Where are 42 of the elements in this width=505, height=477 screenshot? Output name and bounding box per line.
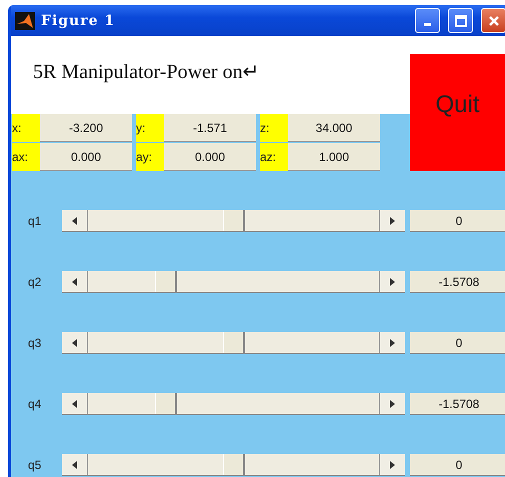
value-field[interactable]: 1.000 [288, 143, 380, 171]
joint-label: q1 [27, 214, 42, 228]
joint-label: q3 [27, 336, 42, 350]
field-label: ay: [136, 143, 164, 171]
slider-thumb[interactable] [155, 393, 178, 414]
quit-button[interactable]: Quit [410, 54, 505, 171]
minimize-button[interactable] [415, 8, 440, 33]
slider-thumb[interactable] [222, 210, 244, 231]
slider-thumb[interactable] [222, 454, 244, 475]
joint-value[interactable]: 0 [410, 332, 505, 354]
maximize-button[interactable] [448, 8, 473, 33]
joint-slider[interactable] [62, 393, 405, 415]
joint-label: q5 [27, 458, 42, 472]
heading-text: 5R Manipulator-Power on↵ [11, 36, 410, 114]
value-field[interactable]: -1.571 [164, 114, 256, 142]
field-label: az: [260, 143, 288, 171]
value-field[interactable]: -3.200 [40, 114, 132, 142]
joint-label: q4 [27, 397, 42, 411]
joint-value[interactable]: 0 [410, 454, 505, 476]
close-icon [488, 14, 500, 26]
value-field[interactable]: 0.000 [40, 143, 132, 171]
joint-value[interactable]: 0 [410, 210, 505, 232]
joint-slider[interactable] [62, 454, 405, 476]
joint-value[interactable]: -1.5708 [410, 271, 505, 293]
joint-slider[interactable] [62, 332, 405, 354]
maximize-icon [454, 14, 466, 26]
joint-value[interactable]: -1.5708 [410, 393, 505, 415]
field-label: y: [136, 114, 164, 142]
value-field[interactable]: 34.000 [288, 114, 380, 142]
field-label: ax: [12, 143, 40, 171]
joint-slider[interactable] [62, 210, 405, 232]
field-label: x: [12, 114, 40, 142]
close-button[interactable] [481, 8, 505, 33]
value-field[interactable]: 0.000 [164, 143, 256, 171]
window-title: Figure 1 [41, 12, 116, 28]
slider-thumb[interactable] [155, 271, 178, 292]
minimize-icon [424, 23, 431, 26]
slider-thumb[interactable] [222, 332, 244, 353]
joint-label: q2 [27, 275, 42, 289]
field-label: z: [260, 114, 288, 142]
joint-slider[interactable] [62, 271, 405, 293]
app-logo-icon [15, 12, 35, 30]
